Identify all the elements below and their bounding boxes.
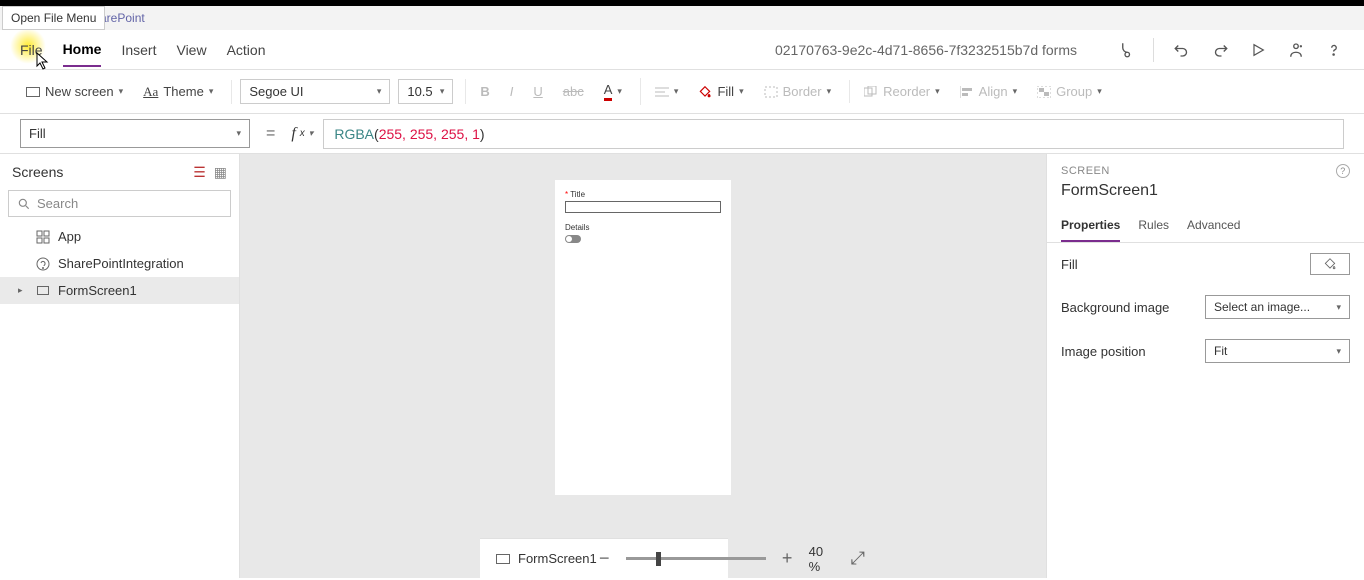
menu-home[interactable]: Home — [63, 33, 102, 67]
tree-item-sharepoint[interactable]: SharePointIntegration — [0, 250, 239, 277]
tab-properties[interactable]: Properties — [1061, 210, 1120, 242]
prop-bgimage-select[interactable]: Select an image...▾ — [1205, 295, 1350, 319]
underline-button[interactable]: U — [527, 80, 548, 103]
align-objects-button[interactable]: Align▾ — [954, 80, 1023, 103]
app-icon — [36, 230, 50, 244]
integration-icon — [36, 257, 50, 271]
screen-icon — [36, 284, 50, 298]
share-icon[interactable] — [1286, 40, 1306, 60]
file-menu-tooltip: Open File Menu — [2, 6, 105, 30]
play-icon[interactable] — [1248, 40, 1268, 60]
font-size-select[interactable]: 10.5▾ — [398, 79, 453, 104]
menu-view[interactable]: View — [176, 34, 206, 66]
reorder-button[interactable]: Reorder▾ — [858, 80, 946, 103]
field-title-input[interactable] — [565, 201, 721, 213]
expand-icon[interactable]: ▸ — [18, 285, 28, 296]
app-checker-icon[interactable] — [1115, 40, 1135, 60]
group-button[interactable]: Group▾ — [1031, 80, 1108, 103]
prop-element-name: FormScreen1 — [1047, 178, 1364, 210]
strike-button[interactable]: abc — [557, 80, 590, 103]
status-screen-name: FormScreen1 — [518, 551, 597, 566]
redo-icon[interactable] — [1210, 40, 1230, 60]
tab-rules[interactable]: Rules — [1138, 210, 1169, 242]
equals-label: = — [266, 125, 275, 143]
prop-bgimage-label: Background image — [1061, 300, 1169, 315]
zoom-slider[interactable] — [626, 557, 766, 560]
formula-input[interactable]: RGBA(255, 255, 255, 1) — [323, 119, 1344, 149]
zoom-out-button[interactable]: − — [597, 548, 612, 569]
font-color-button[interactable]: A▾ — [598, 78, 628, 105]
status-screen-icon — [496, 554, 510, 564]
brand-bar: arePoint — [0, 6, 1364, 30]
fit-screen-button[interactable]: ⤢ — [850, 548, 865, 569]
fill-button[interactable]: Fill▾ — [692, 80, 749, 103]
undo-icon[interactable] — [1172, 40, 1192, 60]
tree-item-formscreen[interactable]: ▸ FormScreen1 — [0, 277, 239, 304]
tree-list-view-icon[interactable]: ☰ — [193, 164, 206, 181]
prop-help-icon[interactable]: ? — [1336, 164, 1350, 178]
menu-insert[interactable]: Insert — [121, 34, 156, 66]
help-icon[interactable] — [1324, 40, 1344, 60]
tab-advanced[interactable]: Advanced — [1187, 210, 1240, 242]
fx-button[interactable]: fx▾ — [291, 125, 313, 143]
prop-category-label: SCREEN — [1061, 165, 1110, 177]
prop-fill-swatch[interactable] — [1310, 253, 1350, 275]
field-title-label: Title — [570, 190, 585, 199]
zoom-level: 40 % — [809, 544, 837, 574]
prop-imagepos-label: Image position — [1061, 344, 1146, 359]
phone-preview[interactable]: * Title Details — [555, 180, 731, 495]
italic-button[interactable]: I — [504, 80, 520, 103]
border-button[interactable]: Border▾ — [758, 80, 838, 103]
tree-item-app[interactable]: App — [0, 223, 239, 250]
zoom-in-button[interactable]: + — [780, 548, 795, 569]
field-details-label: Details — [565, 223, 589, 232]
cursor-icon — [36, 52, 50, 73]
tree-grid-view-icon[interactable]: ▦ — [214, 164, 227, 181]
theme-button[interactable]: AaTheme▾ — [137, 80, 219, 104]
prop-fill-label: Fill — [1061, 257, 1078, 272]
prop-imagepos-select[interactable]: Fit▾ — [1205, 339, 1350, 363]
menu-action[interactable]: Action — [227, 34, 266, 66]
new-screen-button[interactable]: New screen▾ — [20, 80, 129, 103]
bold-button[interactable]: B — [474, 80, 495, 103]
tree-title: Screens — [12, 164, 63, 180]
field-details-toggle[interactable] — [565, 235, 581, 243]
document-title: 02170763-9e2c-4d71-8656-7f3232515b7d for… — [775, 42, 1077, 58]
align-text-button[interactable]: ▾ — [649, 82, 685, 102]
font-select[interactable]: Segoe UI▾ — [240, 79, 390, 104]
canvas-area[interactable]: * Title Details FormScreen1 − + 40 % ⤢ — [240, 154, 1046, 578]
property-selector[interactable]: Fill▾ — [20, 119, 250, 148]
tree-search-input[interactable]: Search — [8, 190, 231, 217]
